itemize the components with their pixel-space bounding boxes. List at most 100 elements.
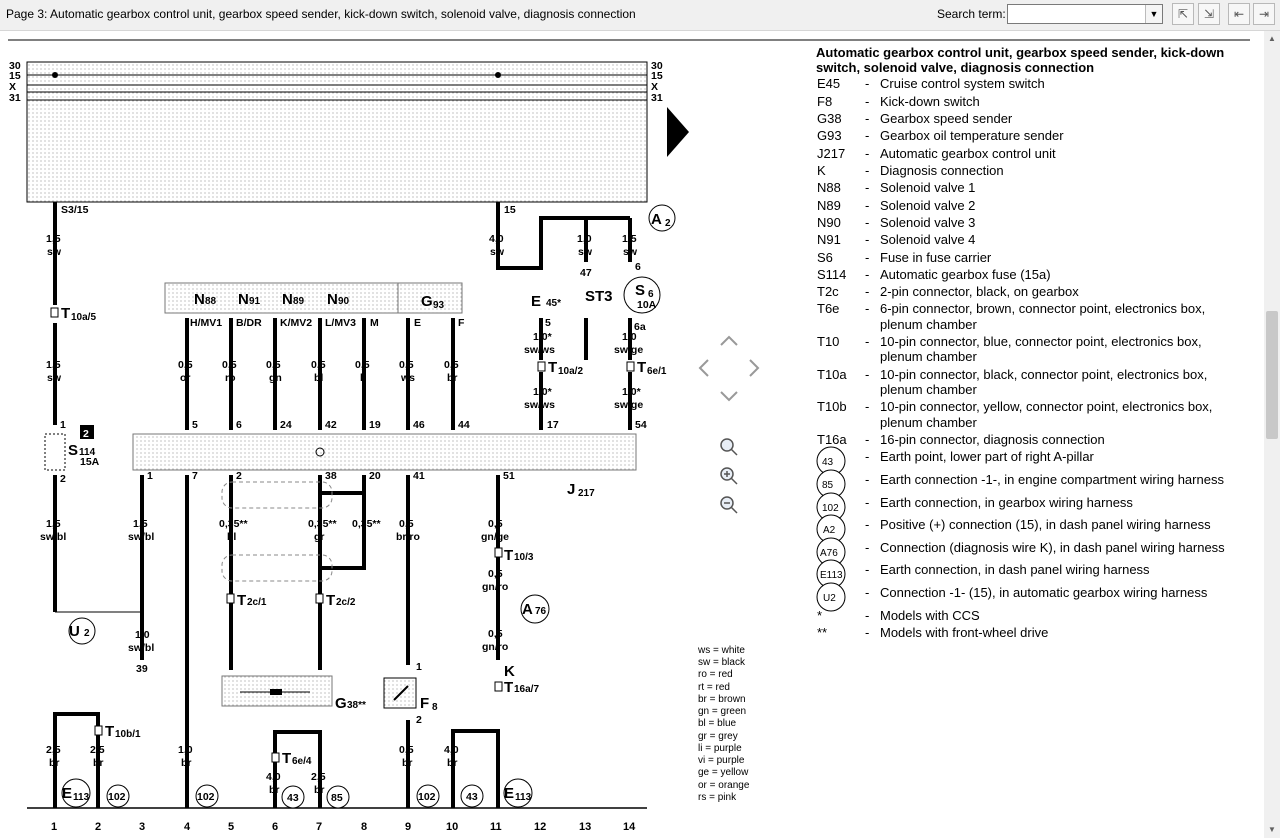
svg-text:43: 43 bbox=[287, 792, 299, 804]
svg-text:T: T bbox=[504, 547, 513, 564]
svg-text:T: T bbox=[504, 679, 513, 696]
svg-text:85: 85 bbox=[331, 792, 343, 804]
search-prev-icon[interactable]: ⇱ bbox=[1172, 3, 1194, 25]
svg-text:6: 6 bbox=[272, 821, 278, 833]
svg-text:E: E bbox=[504, 785, 514, 802]
svg-text:-: - bbox=[865, 215, 869, 230]
svg-text:-: - bbox=[865, 432, 869, 447]
svg-text:J: J bbox=[567, 481, 575, 498]
svg-text:6e/1: 6e/1 bbox=[647, 366, 667, 377]
vertical-scrollbar[interactable]: ▲ ▼ bbox=[1264, 31, 1280, 838]
chevron-down-icon[interactable]: ▼ bbox=[1145, 5, 1162, 23]
svg-text:S114: S114 bbox=[817, 267, 846, 282]
relay-panel bbox=[26, 61, 648, 203]
svg-text:A76: A76 bbox=[820, 548, 838, 559]
svg-text:6: 6 bbox=[236, 419, 242, 431]
svg-text:ro: ro bbox=[225, 372, 236, 384]
svg-text:E113: E113 bbox=[820, 570, 843, 581]
svg-text:0,35**: 0,35** bbox=[352, 518, 382, 530]
svg-text:gn: gn bbox=[269, 372, 282, 384]
svg-text:ro = red: ro = red bbox=[698, 669, 733, 680]
svg-text:0,5: 0,5 bbox=[488, 518, 503, 530]
svg-text:Diagnosis connection: Diagnosis connection bbox=[880, 163, 1004, 178]
svg-text:Connection (diagnosis wire K),: Connection (diagnosis wire K), in dash p… bbox=[880, 540, 1225, 555]
svg-text:K: K bbox=[817, 163, 826, 178]
pan-right-icon[interactable] bbox=[749, 359, 760, 377]
svg-text:sw: sw bbox=[578, 246, 593, 258]
zoom-in-icon[interactable] bbox=[720, 467, 738, 485]
svg-text:N91: N91 bbox=[817, 232, 841, 247]
svg-text:5: 5 bbox=[545, 317, 551, 329]
svg-text:br: br bbox=[93, 757, 104, 769]
svg-text:br: br bbox=[447, 757, 458, 769]
svg-text:plenum chamber: plenum chamber bbox=[880, 382, 977, 397]
svg-text:0,5: 0,5 bbox=[488, 568, 503, 580]
scroll-up-icon[interactable]: ▲ bbox=[1264, 31, 1280, 47]
svg-text:Earth connection -1-, in engin: Earth connection -1-, in engine compartm… bbox=[880, 472, 1224, 487]
zoom-out-icon[interactable] bbox=[720, 496, 738, 514]
svg-text:S6: S6 bbox=[817, 250, 833, 265]
svg-text:1,0: 1,0 bbox=[135, 629, 150, 641]
svg-text:2,5: 2,5 bbox=[311, 771, 326, 783]
svg-text:J217: J217 bbox=[817, 146, 845, 161]
svg-text:11: 11 bbox=[490, 821, 502, 833]
svg-text:li: li bbox=[360, 372, 366, 384]
svg-text:ws = white: ws = white bbox=[697, 645, 745, 656]
svg-text:sw/bl: sw/bl bbox=[40, 531, 66, 543]
next-page-arrow-icon[interactable] bbox=[667, 107, 689, 157]
svg-text:br/ro: br/ro bbox=[396, 531, 420, 543]
svg-text:91: 91 bbox=[249, 296, 261, 307]
svg-text:6e/4: 6e/4 bbox=[292, 756, 312, 767]
svg-text:U2: U2 bbox=[823, 593, 836, 604]
svg-text:14: 14 bbox=[623, 821, 636, 833]
svg-text:-: - bbox=[865, 146, 869, 161]
svg-text:1,5: 1,5 bbox=[46, 359, 61, 371]
svg-text:10A: 10A bbox=[637, 299, 657, 311]
svg-text:2: 2 bbox=[60, 473, 66, 485]
svg-text:Connection -1- (15), in automa: Connection -1- (15), in automatic gearbo… bbox=[880, 585, 1208, 600]
svg-text:F8: F8 bbox=[817, 94, 832, 109]
svg-text:19: 19 bbox=[369, 419, 381, 431]
svg-text:A: A bbox=[522, 601, 533, 618]
zoom-fit-icon[interactable] bbox=[720, 438, 738, 456]
svg-text:N: N bbox=[282, 291, 293, 308]
svg-text:10: 10 bbox=[446, 821, 458, 833]
svg-text:S3/15: S3/15 bbox=[61, 204, 89, 216]
svg-text:10-pin connector, black, conne: 10-pin connector, black, connector point… bbox=[880, 367, 1207, 382]
svg-text:43: 43 bbox=[822, 457, 834, 468]
svg-text:vi = purple: vi = purple bbox=[698, 755, 745, 766]
svg-text:Solenoid valve 1: Solenoid valve 1 bbox=[880, 180, 975, 195]
svg-text:10a/2: 10a/2 bbox=[558, 366, 583, 377]
search-combobox[interactable]: ▼ bbox=[1007, 4, 1163, 24]
svg-text:1: 1 bbox=[60, 419, 66, 431]
svg-text:-: - bbox=[865, 608, 869, 623]
scrollbar-thumb[interactable] bbox=[1266, 311, 1278, 439]
svg-text:10a/5: 10a/5 bbox=[71, 312, 96, 323]
rail-label: 31 bbox=[651, 92, 663, 104]
pan-left-icon[interactable] bbox=[698, 359, 709, 377]
search-next-icon[interactable]: ⇲ bbox=[1198, 3, 1220, 25]
svg-text:1,5: 1,5 bbox=[46, 233, 61, 245]
svg-text:24: 24 bbox=[280, 419, 292, 431]
svg-text:2: 2 bbox=[665, 218, 671, 229]
svg-text:2: 2 bbox=[236, 470, 242, 482]
page-back-icon[interactable]: ⇤ bbox=[1228, 3, 1250, 25]
svg-text:Automatic gearbox fuse (15a): Automatic gearbox fuse (15a) bbox=[880, 267, 1051, 282]
pan-up-icon[interactable] bbox=[720, 335, 738, 346]
svg-text:5: 5 bbox=[228, 821, 234, 833]
svg-text:Kick-down switch: Kick-down switch bbox=[880, 94, 980, 109]
svg-text:43: 43 bbox=[466, 791, 478, 803]
svg-text:gr = grey: gr = grey bbox=[698, 731, 738, 742]
svg-text:br: br bbox=[314, 784, 325, 796]
svg-text:**: ** bbox=[817, 625, 827, 640]
pan-down-icon[interactable] bbox=[720, 391, 738, 402]
svg-text:bl = blue: bl = blue bbox=[698, 718, 737, 729]
svg-text:sw/ge: sw/ge bbox=[614, 344, 643, 356]
svg-text:90: 90 bbox=[338, 296, 350, 307]
page-forward-icon[interactable]: ⇥ bbox=[1253, 3, 1275, 25]
svg-text:4,0: 4,0 bbox=[489, 233, 504, 245]
svg-text:13: 13 bbox=[579, 821, 591, 833]
svg-text:T: T bbox=[282, 750, 291, 767]
svg-text:1,0*: 1,0* bbox=[533, 331, 553, 343]
scroll-down-icon[interactable]: ▼ bbox=[1264, 822, 1280, 838]
